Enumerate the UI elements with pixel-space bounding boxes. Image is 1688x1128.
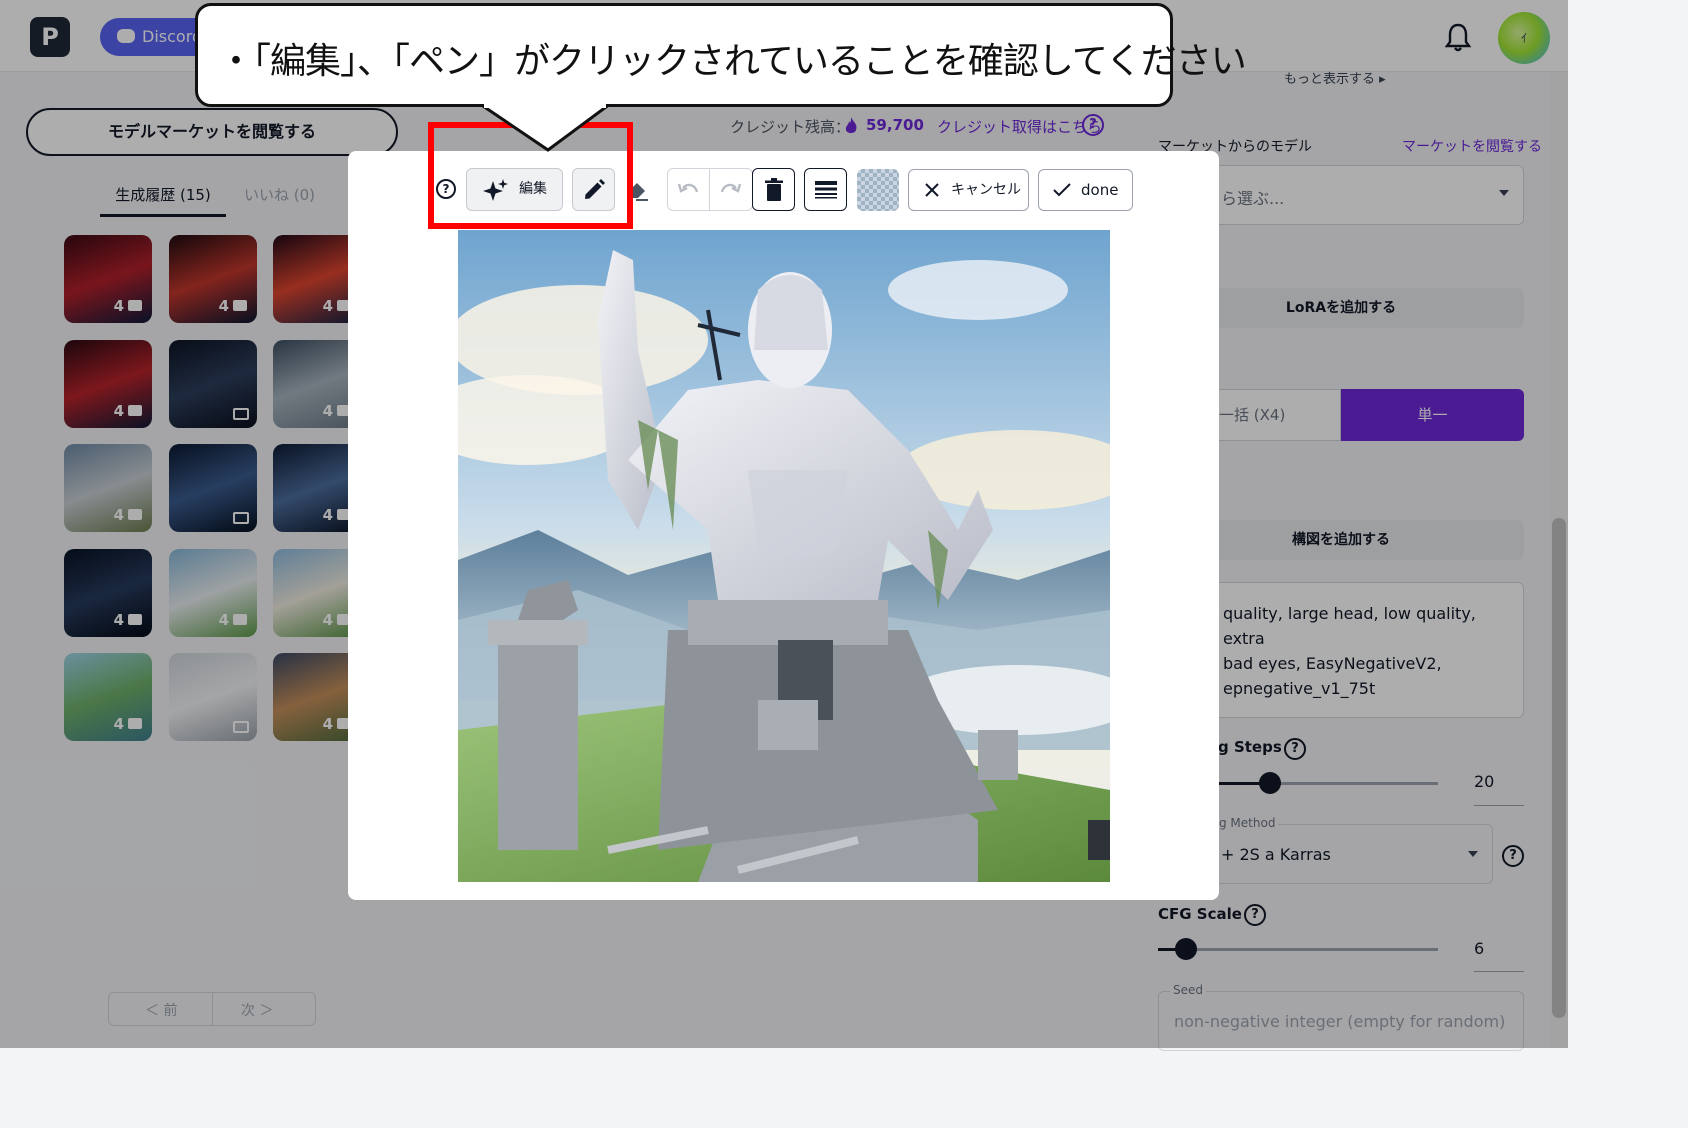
done-button[interactable]: done [1038,169,1133,211]
undo-button[interactable] [667,168,710,211]
done-label: done [1081,181,1119,199]
close-icon [925,183,939,197]
cancel-button[interactable]: キャンセル [908,169,1029,211]
line-weight-icon [815,181,837,199]
trash-icon [765,178,783,201]
brush-size-button[interactable] [804,168,847,211]
annotation-text: ・「編集」、「ペン」がクリックされていることを確認してください [218,41,1247,82]
editing-canvas-image[interactable] [458,230,1110,882]
undo-icon [677,183,699,193]
check-icon [1053,183,1071,197]
transparency-color-swatch[interactable] [857,169,899,211]
redo-icon [720,183,742,193]
delete-button[interactable] [752,168,795,211]
cancel-label: キャンセル [951,182,1021,198]
redo-button[interactable] [710,168,753,211]
